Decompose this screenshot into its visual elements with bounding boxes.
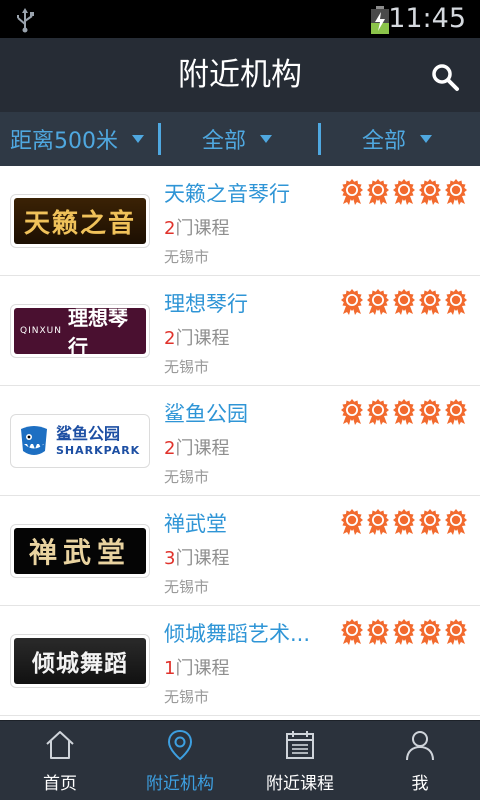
distance-filter-dropdown[interactable]: 距离500米 <box>10 112 144 166</box>
logo-text: 天籁之音 <box>23 208 136 239</box>
filter-divider <box>158 123 161 155</box>
institution-name: 禅武堂 <box>164 512 227 536</box>
rating-badge-icon <box>341 509 363 535</box>
list-item[interactable]: QINXUN 理想琴行 理想琴行 2门课程 无锡市 <box>0 276 480 386</box>
bottom-nav: 首页 附近机构 附近课程 我 <box>0 720 480 800</box>
home-icon <box>46 731 74 759</box>
rating-badge-icon <box>367 619 389 645</box>
dropdown-arrow-icon <box>420 135 433 143</box>
nav-label: 附近机构 <box>146 774 214 794</box>
rating-badge-icon <box>393 619 415 645</box>
institution-logo: 天籁之音 <box>10 194 150 248</box>
rating-badge-icon <box>341 289 363 315</box>
institution-logo: 倾城舞蹈 <box>10 634 150 688</box>
nav-item-nearby-institutions[interactable]: 附近机构 <box>120 721 240 800</box>
shark-mascot-icon <box>21 426 47 455</box>
nav-label: 附近课程 <box>266 774 334 794</box>
institution-city: 无锡市 <box>164 578 210 596</box>
rating-badge-icon <box>445 509 467 535</box>
rating-badge-icon <box>445 289 467 315</box>
course-count: 3门课程 <box>164 548 230 569</box>
rating-badge-icon <box>419 399 441 425</box>
rating-badge-icon <box>393 289 415 315</box>
page-title: 附近机构 <box>178 57 302 93</box>
rating-badge-icon <box>445 399 467 425</box>
filter-bar: 距离500米 全部 全部 <box>0 112 480 166</box>
institution-name: 理想琴行 <box>164 292 248 316</box>
rating-badge-icon <box>341 399 363 425</box>
nav-label: 我 <box>411 774 429 794</box>
nav-item-home[interactable]: 首页 <box>0 721 120 800</box>
logo-brand-text: QINXUN <box>20 326 62 336</box>
filter-divider <box>318 123 321 155</box>
usb-icon <box>17 8 34 33</box>
nav-label: 首页 <box>43 774 77 794</box>
nav-item-me[interactable]: 我 <box>360 721 480 800</box>
status-bar: 11:45 <box>0 0 480 38</box>
rating-badge-icon <box>393 399 415 425</box>
search-icon[interactable] <box>430 62 460 92</box>
logo-text: 倾城舞蹈 <box>32 650 128 677</box>
list-item[interactable]: 天籁之音 天籁之音琴行 2门课程 无锡市 <box>0 166 480 276</box>
calendar-icon <box>286 731 314 759</box>
rating-badge-icon <box>341 619 363 645</box>
course-count: 2门课程 <box>164 328 230 349</box>
rating-badge-icon <box>367 289 389 315</box>
rating <box>340 619 470 645</box>
institution-logo: QINXUN 理想琴行 <box>10 304 150 358</box>
rating-badge-icon <box>419 179 441 205</box>
filter-label: 全部 <box>202 129 247 154</box>
rating-badge-icon <box>367 399 389 425</box>
status-time: 11:45 <box>388 3 466 34</box>
list-item[interactable]: 鲨鱼公园 SHARKPARK 鲨鱼公园 2门课程 无锡市 <box>0 386 480 496</box>
course-count: 1门课程 <box>164 658 230 679</box>
institution-list: 天籁之音 天籁之音琴行 2门课程 无锡市 QINXUN 理想琴行 理想琴行 2门课… <box>0 166 480 720</box>
rating-badge-icon <box>367 179 389 205</box>
rating <box>340 289 470 315</box>
institution-logo: 鲨鱼公园 SHARKPARK <box>10 414 150 468</box>
rating-badge-icon <box>341 179 363 205</box>
rating <box>340 399 470 425</box>
location-pin-icon <box>167 729 193 761</box>
logo-text: 鲨鱼公园 <box>56 424 121 443</box>
institution-name: 倾城舞蹈艺术... <box>164 622 311 646</box>
rating-badge-icon <box>419 509 441 535</box>
logo-text-en: SHARKPARK <box>56 444 141 457</box>
battery-charging-icon <box>371 6 389 34</box>
person-icon <box>406 731 434 761</box>
filter-label: 距离500米 <box>10 129 118 154</box>
rating-badge-icon <box>445 179 467 205</box>
institution-name: 鲨鱼公园 <box>164 402 248 426</box>
app-header: 附近机构 <box>0 38 480 112</box>
sort-filter-dropdown[interactable]: 全部 <box>362 112 433 166</box>
course-count: 2门课程 <box>164 438 230 459</box>
nav-item-nearby-courses[interactable]: 附近课程 <box>240 721 360 800</box>
rating-badge-icon <box>419 289 441 315</box>
institution-logo: 禅武堂 <box>10 524 150 578</box>
rating <box>340 509 470 535</box>
institution-city: 无锡市 <box>164 688 210 706</box>
category-filter-dropdown[interactable]: 全部 <box>202 112 273 166</box>
rating-badge-icon <box>393 179 415 205</box>
list-item[interactable]: 倾城舞蹈 倾城舞蹈艺术... 1门课程 无锡市 <box>0 606 480 716</box>
list-item[interactable]: 禅武堂 禅武堂 3门课程 无锡市 <box>0 496 480 606</box>
institution-city: 无锡市 <box>164 248 210 266</box>
logo-text: 理想琴行 <box>67 308 128 354</box>
institution-city: 无锡市 <box>164 468 210 486</box>
logo-text: 禅武堂 <box>28 536 131 569</box>
rating-badge-icon <box>419 619 441 645</box>
rating-badge-icon <box>367 509 389 535</box>
institution-city: 无锡市 <box>164 358 210 376</box>
rating-badge-icon <box>393 509 415 535</box>
dropdown-arrow-icon <box>132 135 144 143</box>
dropdown-arrow-icon <box>260 135 273 143</box>
course-count: 2门课程 <box>164 218 230 239</box>
institution-name: 天籁之音琴行 <box>164 182 290 206</box>
rating <box>340 179 470 205</box>
rating-badge-icon <box>445 619 467 645</box>
filter-label: 全部 <box>362 129 407 154</box>
